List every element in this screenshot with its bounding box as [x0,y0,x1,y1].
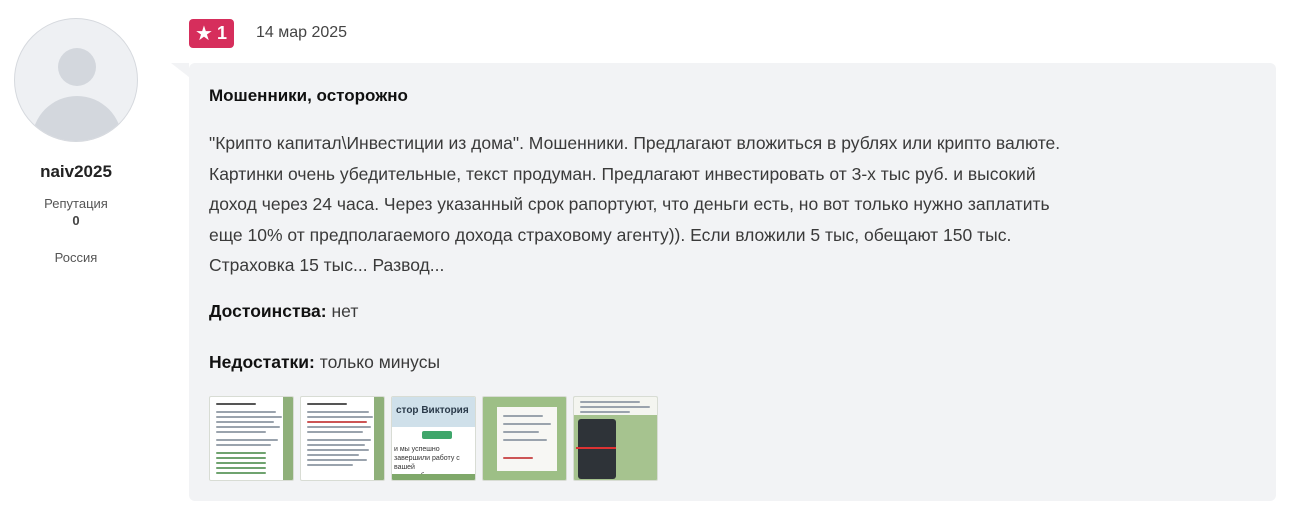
user-placeholder-icon [58,48,96,86]
card-pointer [171,63,189,77]
post-date: 14 мар 2025 [256,24,348,41]
attachment-thumbnail[interactable]: стор Виктория и мы успешно завершили раб… [391,396,476,481]
avatar[interactable] [14,18,138,142]
attachment-thumbnail[interactable] [300,396,385,481]
review-title: Мошенники, осторожно [209,86,408,105]
attachment-thumbnail[interactable] [482,396,567,481]
rating-badge: ★ 1 [189,19,234,48]
star-icon: ★ [195,22,213,45]
thumbnail-caption: стор Виктория [392,397,475,427]
reputation-value: 0 [72,213,80,228]
cons-label: Недостатки: [209,352,315,372]
pros-value: нет [331,301,359,321]
reputation-label: Репутация [44,196,108,211]
attachment-gallery: стор Виктория и мы успешно завершили раб… [209,396,658,481]
review-text: "Крипто капитал\Инвестиции из дома". Мош… [209,133,1061,275]
author-country: Россия [54,250,98,265]
cons-row: Недостатки: только минусы [209,352,440,373]
attachment-thumbnail[interactable] [209,396,294,481]
review-card: Мошенники, осторожно "Крипто капитал\Инв… [189,63,1276,501]
review-page: naiv2025 Репутация 0 Россия ★ 1 14 мар 2… [0,0,1297,505]
pros-label: Достоинства: [209,301,327,321]
author-panel: naiv2025 Репутация 0 Россия [0,0,152,265]
attachment-thumbnail[interactable] [573,396,658,481]
pros-row: Достоинства: нет [209,301,358,322]
rating-value: 1 [216,23,227,43]
cons-value: только минусы [319,352,441,372]
author-name[interactable]: naiv2025 [40,162,112,182]
